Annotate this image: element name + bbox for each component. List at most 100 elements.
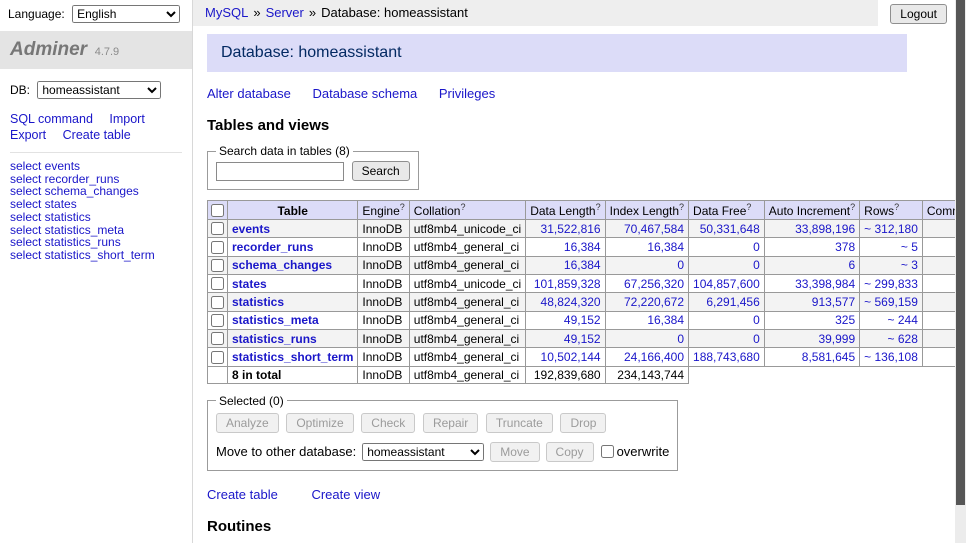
column-header-engine: Engine? xyxy=(358,201,409,220)
table-name-link[interactable]: schema_changes xyxy=(232,258,332,272)
scrollbar[interactable] xyxy=(955,0,966,543)
data-length-link[interactable]: 31,522,816 xyxy=(541,222,601,236)
sidebar-link-create-table[interactable]: Create table xyxy=(63,127,131,143)
rows-count-link[interactable]: ~ 299,833 xyxy=(864,277,918,291)
language-row: Language: English xyxy=(0,0,192,28)
column-help-link[interactable]: ? xyxy=(460,202,465,212)
row-checkbox[interactable] xyxy=(211,259,224,272)
index-length-link[interactable]: 70,467,584 xyxy=(624,222,684,236)
check-button[interactable]: Check xyxy=(361,413,415,433)
alter-database-link[interactable]: Alter database xyxy=(207,86,291,101)
auto-increment-link[interactable]: 33,898,196 xyxy=(795,222,855,236)
table-name-link[interactable]: statistics_runs xyxy=(232,332,317,346)
table-name-link[interactable]: states xyxy=(232,277,267,291)
table-name-link[interactable]: statistics xyxy=(232,295,284,309)
rows-count-link[interactable]: ~ 136,108 xyxy=(864,350,918,364)
auto-increment-link[interactable]: 325 xyxy=(835,313,855,327)
create-table-link[interactable]: Create table xyxy=(207,487,278,502)
index-length-link[interactable]: 16,384 xyxy=(647,240,684,254)
index-length-link[interactable]: 72,220,672 xyxy=(624,295,684,309)
data-free-link[interactable]: 50,331,648 xyxy=(700,222,760,236)
privileges-link[interactable]: Privileges xyxy=(439,86,495,101)
data-length-link[interactable]: 48,824,320 xyxy=(541,295,601,309)
sidebar-link-import[interactable]: Import xyxy=(109,111,144,127)
row-checkbox[interactable] xyxy=(211,241,224,254)
data-free-link[interactable]: 0 xyxy=(753,240,760,254)
data-length-link[interactable]: 10,502,144 xyxy=(541,350,601,364)
row-checkbox[interactable] xyxy=(211,332,224,345)
table-name-link[interactable]: recorder_runs xyxy=(232,240,313,254)
index-length-link[interactable]: 0 xyxy=(677,258,684,272)
auto-increment-link[interactable]: 39,999 xyxy=(818,332,855,346)
row-checkbox[interactable] xyxy=(211,351,224,364)
drop-button[interactable]: Drop xyxy=(560,413,606,433)
data-free-link[interactable]: 0 xyxy=(753,313,760,327)
data-length-link[interactable]: 49,152 xyxy=(564,313,601,327)
language-select[interactable]: English xyxy=(72,5,180,23)
breadcrumb-server-link[interactable]: Server xyxy=(266,5,304,20)
row-checkbox[interactable] xyxy=(211,277,224,290)
move-db-select[interactable]: homeassistant xyxy=(362,443,484,461)
index-length-link[interactable]: 16,384 xyxy=(647,313,684,327)
row-checkbox-cell xyxy=(208,238,228,256)
data-length-link[interactable]: 101,859,328 xyxy=(534,277,601,291)
data-free-link[interactable]: 0 xyxy=(753,332,760,346)
create-links: Create table Create view xyxy=(207,487,941,502)
rows-count-link[interactable]: ~ 628 xyxy=(888,332,918,346)
table-name-link[interactable]: statistics_meta xyxy=(232,313,319,327)
index-length-link[interactable]: 0 xyxy=(677,332,684,346)
column-header-collation: Collation? xyxy=(409,201,525,220)
row-checkbox[interactable] xyxy=(211,222,224,235)
search-button[interactable]: Search xyxy=(352,161,410,181)
select-all-checkbox[interactable] xyxy=(211,204,224,217)
data-free-link[interactable]: 0 xyxy=(753,258,760,272)
optimize-button[interactable]: Optimize xyxy=(286,413,353,433)
rows-count-cell: ~ 299,833 xyxy=(860,274,923,292)
logout-button[interactable]: Logout xyxy=(890,4,947,24)
data-length-link[interactable]: 16,384 xyxy=(564,258,601,272)
rows-count-link[interactable]: ~ 312,180 xyxy=(864,222,918,236)
data-free-link[interactable]: 6,291,456 xyxy=(706,295,759,309)
column-help-link[interactable]: ? xyxy=(894,202,899,212)
table-name-link[interactable]: events xyxy=(232,222,270,236)
rows-count-link[interactable]: ~ 569,159 xyxy=(864,295,918,309)
sidebar-link-sql-command[interactable]: SQL command xyxy=(10,111,93,127)
row-checkbox[interactable] xyxy=(211,314,224,327)
data-free-link[interactable]: 188,743,680 xyxy=(693,350,760,364)
auto-increment-link[interactable]: 378 xyxy=(835,240,855,254)
truncate-button[interactable]: Truncate xyxy=(486,413,553,433)
comment-cell xyxy=(922,311,955,329)
rows-count-link[interactable]: ~ 244 xyxy=(888,313,918,327)
create-view-link[interactable]: Create view xyxy=(311,487,380,502)
table-name-link[interactable]: statistics_short_term xyxy=(232,350,353,364)
overwrite-checkbox[interactable] xyxy=(601,445,614,458)
auto-increment-link[interactable]: 6 xyxy=(848,258,855,272)
index-length-link[interactable]: 67,256,320 xyxy=(624,277,684,291)
data-length-link[interactable]: 49,152 xyxy=(564,332,601,346)
search-input[interactable] xyxy=(216,162,344,181)
data-free-link[interactable]: 104,857,600 xyxy=(693,277,760,291)
rows-count-link[interactable]: ~ 5 xyxy=(901,240,918,254)
copy-button[interactable]: Copy xyxy=(546,442,594,462)
column-help-link[interactable]: ? xyxy=(850,202,855,212)
index-length-link[interactable]: 24,166,400 xyxy=(624,350,684,364)
scrollbar-thumb[interactable] xyxy=(956,0,965,505)
row-checkbox[interactable] xyxy=(211,296,224,309)
sidebar-table-link-statistics-short-term[interactable]: select statistics_short_term xyxy=(10,248,155,262)
auto-increment-link[interactable]: 33,398,984 xyxy=(795,277,855,291)
column-help-link[interactable]: ? xyxy=(596,202,601,212)
column-help-link[interactable]: ? xyxy=(400,202,405,212)
data-length-link[interactable]: 16,384 xyxy=(564,240,601,254)
column-help-link[interactable]: ? xyxy=(746,202,751,212)
breadcrumb-server-type-link[interactable]: MySQL xyxy=(205,5,248,20)
sidebar-link-export[interactable]: Export xyxy=(10,127,46,143)
analyze-button[interactable]: Analyze xyxy=(216,413,279,433)
move-button[interactable]: Move xyxy=(490,442,539,462)
database-schema-link[interactable]: Database schema xyxy=(312,86,417,101)
column-help-link[interactable]: ? xyxy=(679,202,684,212)
rows-count-link[interactable]: ~ 3 xyxy=(901,258,918,272)
db-select[interactable]: homeassistant xyxy=(37,81,161,99)
auto-increment-link[interactable]: 8,581,645 xyxy=(802,350,855,364)
repair-button[interactable]: Repair xyxy=(423,413,478,433)
auto-increment-link[interactable]: 913,577 xyxy=(812,295,855,309)
